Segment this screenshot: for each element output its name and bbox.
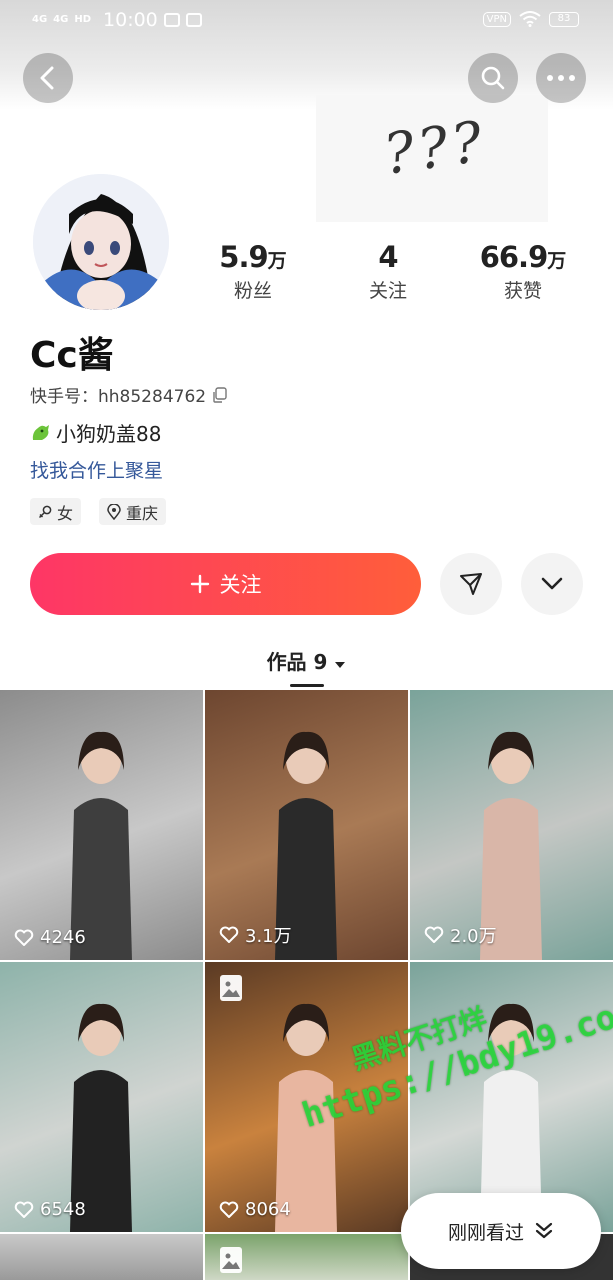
signal-4g-2: 4G [53, 14, 69, 25]
avatar-illustration [33, 174, 169, 310]
hd-indicator: HD [74, 14, 92, 25]
back-button[interactable] [23, 53, 73, 103]
signal-4g-1: 4G [32, 14, 48, 25]
chevron-down-icon [541, 577, 563, 590]
more-dots-icon [547, 75, 575, 81]
more-button[interactable] [536, 53, 586, 103]
chevron-left-icon [40, 66, 54, 90]
heart-icon [219, 926, 239, 943]
image-post-icon [220, 975, 242, 1001]
work-likes-count: 4246 [40, 927, 86, 948]
telegram-icon [163, 13, 180, 27]
bio-text: 小狗奶盖88 [56, 422, 162, 446]
tab-works-label: 作品 9 [266, 650, 328, 674]
search-icon [481, 66, 505, 90]
clock: 10:00 [103, 9, 158, 31]
thumbnail-figure [480, 731, 542, 960]
recently-viewed-label: 刚刚看过 [447, 1221, 524, 1244]
follow-label: 关注 [219, 573, 262, 597]
gender-tag-label: 女 [57, 503, 74, 523]
work-likes: 8064 [219, 1199, 291, 1220]
location-tag-label: 重庆 [126, 503, 159, 523]
image-post-icon [220, 1247, 242, 1273]
work-likes-count: 2.0万 [450, 926, 497, 947]
work-item[interactable]: 3.1万 [205, 690, 408, 960]
share-button[interactable] [440, 553, 502, 615]
copy-icon[interactable] [212, 386, 228, 403]
likes-count: 66.9 [479, 240, 549, 274]
follow-button[interactable]: 关注 [30, 553, 421, 615]
send-icon [460, 573, 482, 595]
work-item[interactable]: 6548 [0, 962, 203, 1232]
thumbnail-figure [275, 731, 337, 960]
followers-label: 粉丝 [233, 280, 272, 302]
likes-stat[interactable]: 66.9万 获赞 [463, 240, 583, 303]
heart-icon [14, 929, 34, 946]
expand-button[interactable] [521, 553, 583, 615]
tab-works-indicator [290, 684, 324, 687]
battery-indicator: 83 [549, 11, 579, 27]
thumbnail-figure [70, 731, 132, 960]
location-pin-icon [107, 503, 121, 520]
likes-unit: 万 [547, 250, 567, 272]
work-likes-count: 6548 [40, 1199, 86, 1220]
tab-works[interactable]: 作品 9 [0, 646, 613, 675]
thumbnail-figure [70, 1003, 132, 1232]
work-likes: 4246 [14, 927, 86, 948]
work-likes: 3.1万 [219, 922, 292, 948]
work-item[interactable]: 4246 [0, 690, 203, 960]
followers-count: 5.9 [219, 240, 268, 274]
plus-icon [190, 574, 209, 594]
avatar[interactable] [33, 174, 169, 310]
heart-icon [14, 1201, 34, 1218]
following-stat[interactable]: 4 关注 [328, 240, 448, 303]
bio: 小狗奶盖88 [30, 418, 161, 447]
kwai-id-row: 快手号：hh85284762 [30, 382, 228, 407]
vpn-indicator: VPN [482, 11, 511, 27]
following-label: 关注 [368, 280, 407, 302]
status-bar: 4G 4G HD 10:00 VPN 83 [0, 0, 613, 44]
work-likes-count: 8064 [245, 1199, 291, 1220]
kwai-id-value: hh85284762 [98, 387, 207, 407]
recently-viewed-button[interactable]: 刚刚看过 [401, 1193, 601, 1269]
followers-stat[interactable]: 5.9万 粉丝 [193, 240, 313, 303]
female-symbol-icon [38, 505, 52, 518]
caret-down-icon [335, 662, 346, 668]
work-item-partial[interactable] [205, 1234, 408, 1280]
heart-icon [219, 1201, 239, 1218]
double-chevron-down-icon [535, 1222, 553, 1239]
work-item[interactable]: 2.0万 [410, 690, 613, 960]
likes-label: 获赞 [503, 280, 542, 302]
nickname: Cc酱 [30, 335, 114, 376]
work-item-partial[interactable] [0, 1234, 203, 1280]
followers-unit: 万 [267, 250, 287, 272]
location-tag: 重庆 [99, 498, 167, 525]
wifi-icon [519, 11, 541, 27]
gender-tag: 女 [30, 498, 82, 525]
following-count: 4 [378, 240, 398, 274]
heart-icon [424, 926, 444, 943]
app-notification-icon [185, 13, 202, 27]
cooperation-link[interactable]: 找我合作上聚星 [30, 456, 163, 483]
work-likes-count: 3.1万 [245, 926, 292, 947]
work-likes: 2.0万 [424, 922, 497, 948]
work-likes: 6548 [14, 1199, 86, 1220]
search-button[interactable] [468, 53, 518, 103]
green-emoji-icon [32, 424, 49, 440]
kwai-id-label: 快手号： [30, 387, 98, 407]
